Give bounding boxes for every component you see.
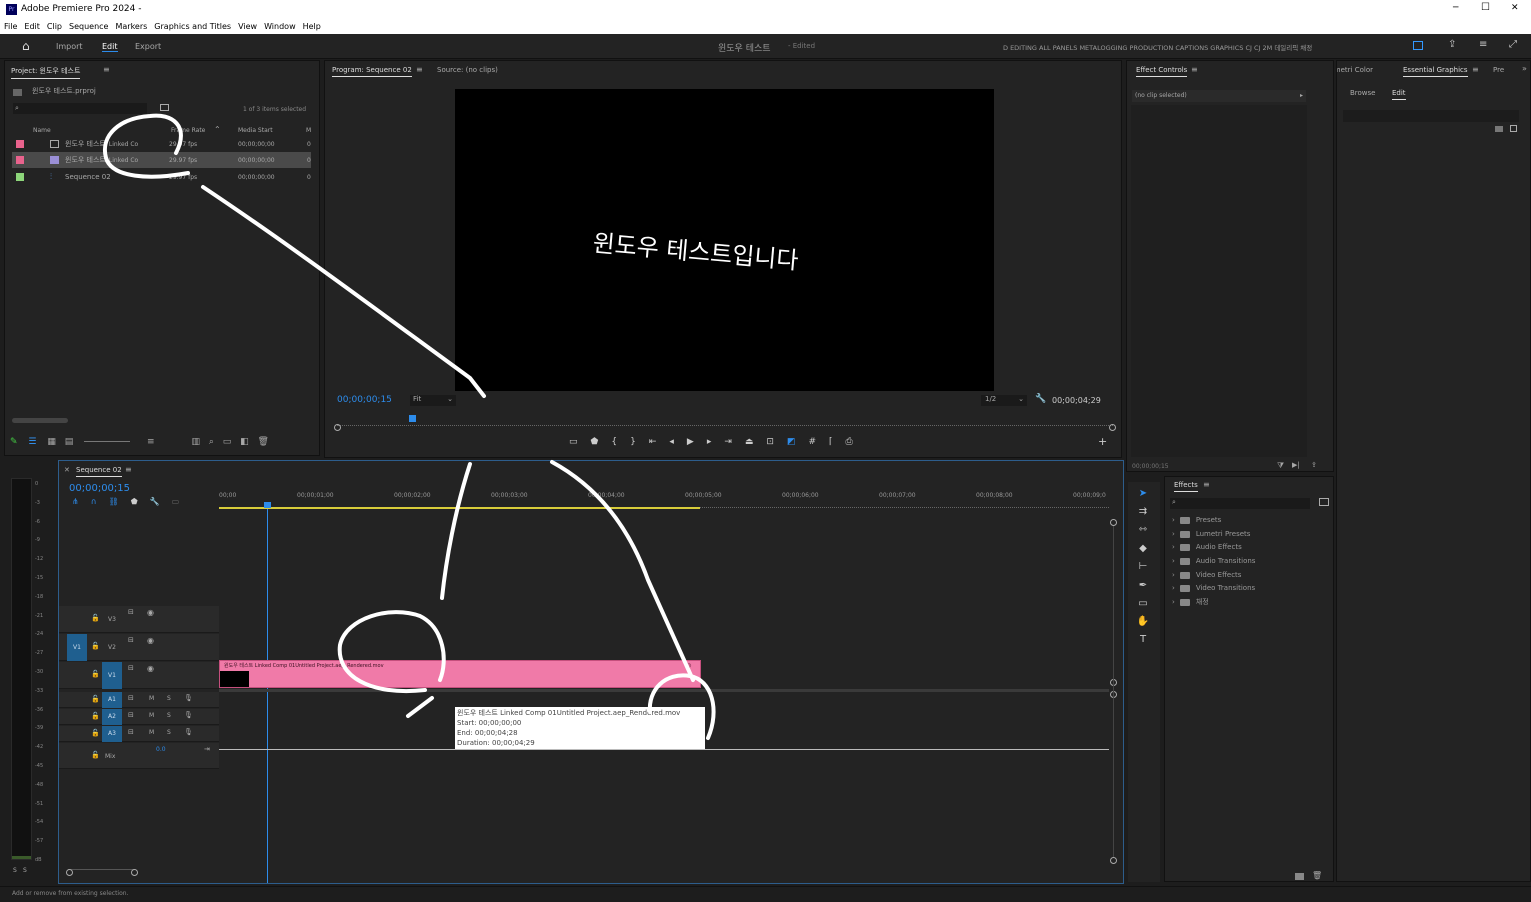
annotation-circle-clip — [337, 610, 446, 693]
annotation-circle-project — [102, 113, 190, 179]
annotation-arrow-project — [201, 185, 486, 398]
annotation-circle-tooltip — [647, 673, 716, 740]
annotation-stroke-timeline-right — [550, 460, 695, 682]
annotation-stroke-clip-tail — [406, 696, 434, 718]
annotation-overlay — [102, 113, 716, 740]
annotation-stroke-timeline-left — [440, 462, 472, 600]
